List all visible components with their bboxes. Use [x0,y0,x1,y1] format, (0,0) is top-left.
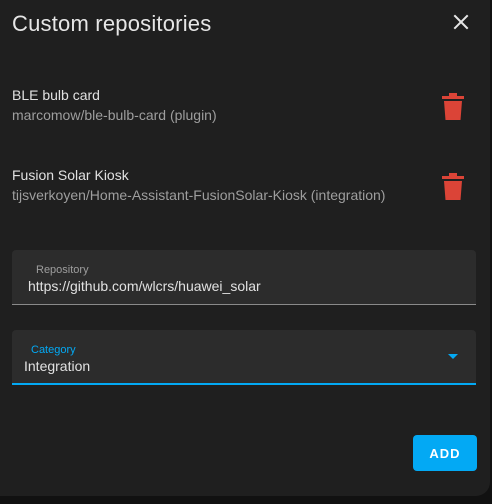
custom-repositories-dialog: Custom repositories BLE bulb card marcom… [0,0,490,496]
repository-field-label: Repository [36,264,89,276]
repository-name: BLE bulb card [12,87,100,103]
repository-field[interactable]: Repository https://github.com/wlcrs/huaw… [12,250,476,305]
trash-icon [442,93,464,120]
dialog-title: Custom repositories [12,11,212,36]
close-button[interactable] [447,8,475,36]
repository-name: Fusion Solar Kiosk [12,167,129,183]
repository-item: Fusion Solar Kiosk tijsverkoyen/Home-Ass… [12,167,478,211]
repository-item: BLE bulb card marcomow/ble-bulb-card (pl… [12,87,478,131]
chevron-down-icon[interactable] [448,354,458,359]
repository-field-value[interactable]: https://github.com/wlcrs/huawei_solar [28,278,261,294]
repository-subtitle: marcomow/ble-bulb-card (plugin) [12,107,217,123]
category-select[interactable]: Category Integration [12,330,476,385]
add-button[interactable]: ADD [413,435,477,471]
delete-repository-button[interactable] [438,90,468,124]
category-select-value[interactable]: Integration [24,358,90,374]
close-icon [453,14,469,30]
category-select-label: Category [31,344,76,356]
trash-icon [442,173,464,200]
delete-repository-button[interactable] [438,170,468,204]
repository-subtitle: tijsverkoyen/Home-Assistant-FusionSolar-… [12,187,386,203]
